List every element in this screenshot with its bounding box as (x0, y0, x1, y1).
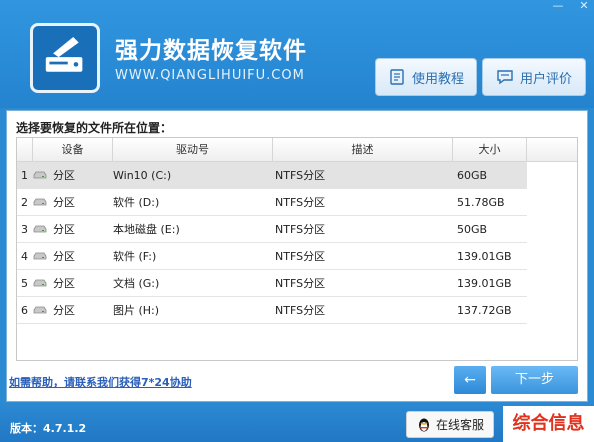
row-size: 139.01GB (457, 277, 512, 290)
table-row[interactable]: 5 分区 文档 (G:) NTFS分区 139.01GB (17, 270, 527, 297)
document-icon (390, 69, 404, 85)
row-desc: NTFS分区 (275, 250, 326, 263)
row-index: 3 (21, 223, 28, 236)
row-device: 分区 (53, 196, 75, 209)
back-button[interactable]: ← (454, 366, 486, 394)
disk-icon (33, 279, 47, 287)
row-index: 5 (21, 277, 28, 290)
row-index: 1 (21, 169, 28, 182)
row-desc: NTFS分区 (275, 277, 326, 290)
row-device: 分区 (53, 304, 75, 317)
row-device: 分区 (53, 250, 75, 263)
review-button[interactable]: 用户评价 (482, 58, 586, 96)
header-device: 设备 (33, 138, 113, 162)
location-panel: 选择要恢复的文件所在位置： 设备 驱动号 描述 大小 1 分区 Win10 (C:)… (6, 110, 588, 402)
table-row[interactable]: 1 分区 Win10 (C:) NTFS分区 60GB (17, 162, 527, 189)
table-header: 设备 驱动号 描述 大小 (17, 138, 577, 162)
header-drive: 驱动号 (113, 138, 273, 162)
row-desc: NTFS分区 (275, 304, 326, 317)
close-button[interactable]: ✕ (578, 0, 590, 12)
review-label: 用户评价 (519, 71, 572, 87)
row-index: 4 (21, 250, 28, 263)
penguin-icon (418, 418, 429, 431)
table-row[interactable]: 4 分区 软件 (F:) NTFS分区 139.01GB (17, 243, 527, 270)
row-drive: Win10 (C:) (113, 169, 172, 182)
tutorial-button[interactable]: 使用教程 (375, 58, 477, 96)
row-drive: 软件 (D:) (113, 196, 160, 209)
row-device: 分区 (53, 223, 75, 236)
row-index: 6 (21, 304, 28, 317)
table-row[interactable]: 2 分区 软件 (D:) NTFS分区 51.78GB (17, 189, 527, 216)
row-size: 51.78GB (457, 196, 505, 209)
minimize-button[interactable]: — (552, 0, 564, 12)
disk-icon (33, 198, 47, 206)
row-desc: NTFS分区 (275, 169, 326, 182)
app-title: 强力数据恢复软件 (115, 38, 307, 64)
row-drive: 文档 (G:) (113, 277, 160, 290)
panel-title: 选择要恢复的文件所在位置： (16, 121, 173, 135)
watermark: 综合信息 (503, 406, 594, 442)
row-device: 分区 (53, 277, 75, 290)
app-logo-icon (30, 23, 100, 93)
row-size: 60GB (457, 169, 488, 182)
online-service-button[interactable]: 在线客服 (406, 411, 494, 438)
tutorial-label: 使用教程 (411, 71, 464, 87)
app-url: WWW.QIANGLIHUIFU.COM (115, 68, 305, 83)
row-size: 50GB (457, 223, 488, 236)
help-link[interactable]: 如需帮助，请联系我们获得7*24协助 (9, 374, 192, 390)
chat-bubble-icon (497, 70, 513, 85)
version-text: 版本：4.7.1.2 (10, 422, 87, 435)
row-size: 139.01GB (457, 250, 512, 263)
row-desc: NTFS分区 (275, 223, 326, 236)
header-index (17, 138, 33, 162)
next-step-button[interactable]: 下一步 (491, 366, 578, 394)
window-controls: — ✕ (552, 0, 590, 12)
row-index: 2 (21, 196, 28, 209)
row-drive: 本地磁盘 (E:) (113, 223, 180, 236)
table-row[interactable]: 3 分区 本地磁盘 (E:) NTFS分区 50GB (17, 216, 527, 243)
row-desc: NTFS分区 (275, 196, 326, 209)
disk-icon (33, 171, 47, 179)
header-desc: 描述 (273, 138, 453, 162)
disk-icon (33, 306, 47, 314)
disk-icon (33, 252, 47, 260)
row-device: 分区 (53, 169, 75, 182)
disk-icon (33, 225, 47, 233)
online-service-label: 在线客服 (435, 418, 484, 432)
header-size: 大小 (453, 138, 527, 162)
table-row[interactable]: 6 分区 图片 (H:) NTFS分区 137.72GB (17, 297, 527, 324)
row-drive: 软件 (F:) (113, 250, 157, 263)
row-size: 137.72GB (457, 304, 512, 317)
row-drive: 图片 (H:) (113, 304, 160, 317)
partition-table: 设备 驱动号 描述 大小 1 分区 Win10 (C:) NTFS分区 60GB 2 分区软… (16, 137, 578, 361)
